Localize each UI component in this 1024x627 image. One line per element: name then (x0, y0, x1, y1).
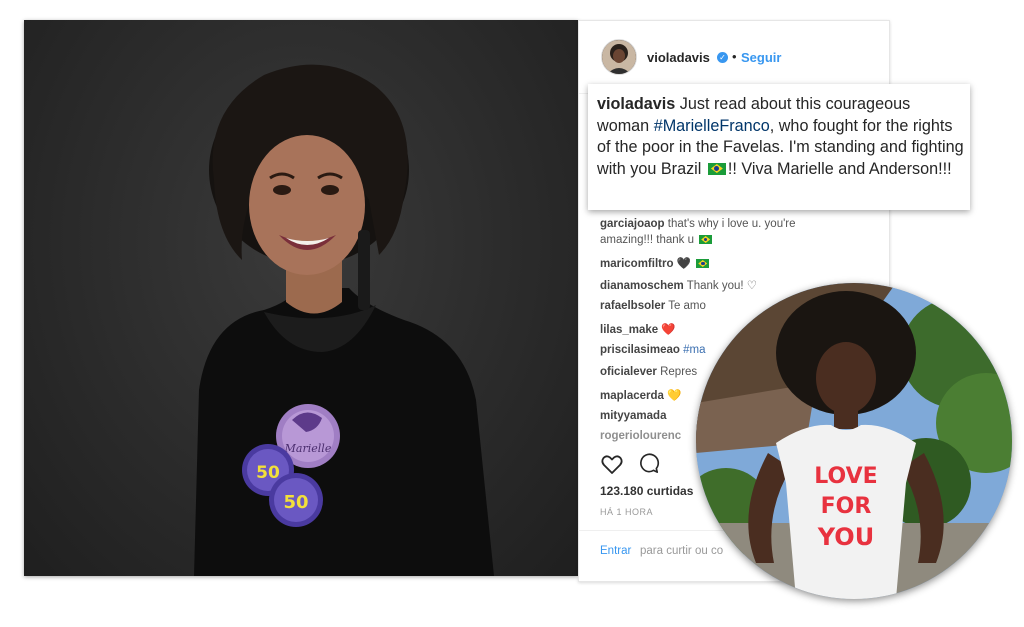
brazil-flag-icon (707, 162, 726, 175)
caption-username[interactable]: violadavis (597, 95, 675, 113)
svg-text:LOVE: LOVE (814, 464, 877, 489)
comment-username[interactable]: rafaelbsoler (600, 300, 665, 312)
comment-username[interactable]: mityyamada (600, 410, 666, 422)
comment-text: 🖤 (673, 258, 692, 270)
comment-username[interactable]: priscilasimeao (600, 344, 680, 356)
comment-item: mityyamada (600, 410, 666, 422)
post-caption: violadavis Just read about this courageo… (597, 94, 965, 180)
likes-count[interactable]: 123.180 curtidas (600, 484, 693, 498)
avatar-image (602, 40, 636, 74)
svg-text:YOU: YOU (817, 523, 874, 551)
avatar[interactable] (601, 39, 637, 75)
comment-item: garciajoaop that's why i love u. you're (600, 218, 796, 230)
separator-dot: • (732, 49, 737, 64)
comment-item: priscilasimeao #ma (600, 344, 705, 356)
campaign-badge-50-center: 50 (269, 473, 323, 527)
caption-callout: violadavis Just read about this courageo… (588, 84, 970, 210)
comment-username[interactable]: rogeriolourenc (600, 430, 681, 442)
comment-text: 💛 (663, 390, 682, 402)
comment-text: that's why i love u. you're (664, 218, 796, 230)
comment-item: rogeriolourenc (600, 430, 681, 442)
comment-item: maricomfiltro 🖤 (600, 256, 711, 270)
comment-item: amazing!!! thank u (600, 234, 714, 246)
comment-item: oficialever Repres (600, 366, 697, 378)
heart-icon[interactable] (600, 452, 624, 476)
comment-username[interactable]: garciajoaop (600, 218, 665, 230)
verified-badge-icon: ✓ (717, 52, 728, 63)
svg-text:Marielle: Marielle (284, 442, 332, 455)
login-link[interactable]: Entrar (600, 545, 631, 557)
left-photo: Marielle 50 50 (24, 20, 578, 576)
comment-username[interactable]: oficialever (600, 366, 657, 378)
comment-username[interactable]: maplacerda (600, 390, 664, 402)
woman-portrait-illustration: Marielle 50 50 (194, 64, 494, 576)
comment-text: Repres (656, 366, 698, 378)
circle-photo: LOVE FOR YOU (696, 283, 1012, 599)
brazil-flag-icon (699, 235, 713, 244)
comment-item: rafaelbsoler Te amo (600, 300, 706, 312)
comment-text: amazing!!! thank u (600, 234, 694, 246)
hashtag-link[interactable]: #MarielleFranco (654, 117, 770, 135)
follow-button[interactable]: Seguir (741, 50, 781, 65)
comment-item: maplacerda 💛 (600, 388, 681, 402)
post-timestamp: HÁ 1 HORA (600, 507, 654, 517)
woman-love-for-you-illustration: LOVE FOR YOU (696, 283, 1012, 599)
comment-username[interactable]: maricomfiltro (600, 258, 674, 270)
comment-text: ❤️ (658, 324, 676, 336)
svg-text:FOR: FOR (821, 494, 872, 519)
brazil-flag-icon (696, 259, 710, 268)
comment-icon[interactable] (638, 452, 660, 474)
svg-text:50: 50 (283, 492, 308, 513)
caption-text-part-3: !! Viva Marielle and Anderson!!! (727, 159, 952, 178)
comment-item: lilas_make ❤️ (600, 322, 676, 336)
post-username[interactable]: violadavis (647, 50, 710, 65)
comment-username[interactable]: lilas_make (600, 324, 658, 336)
svg-text:50: 50 (256, 463, 280, 483)
comment-username[interactable]: dianamoschem (600, 280, 684, 292)
